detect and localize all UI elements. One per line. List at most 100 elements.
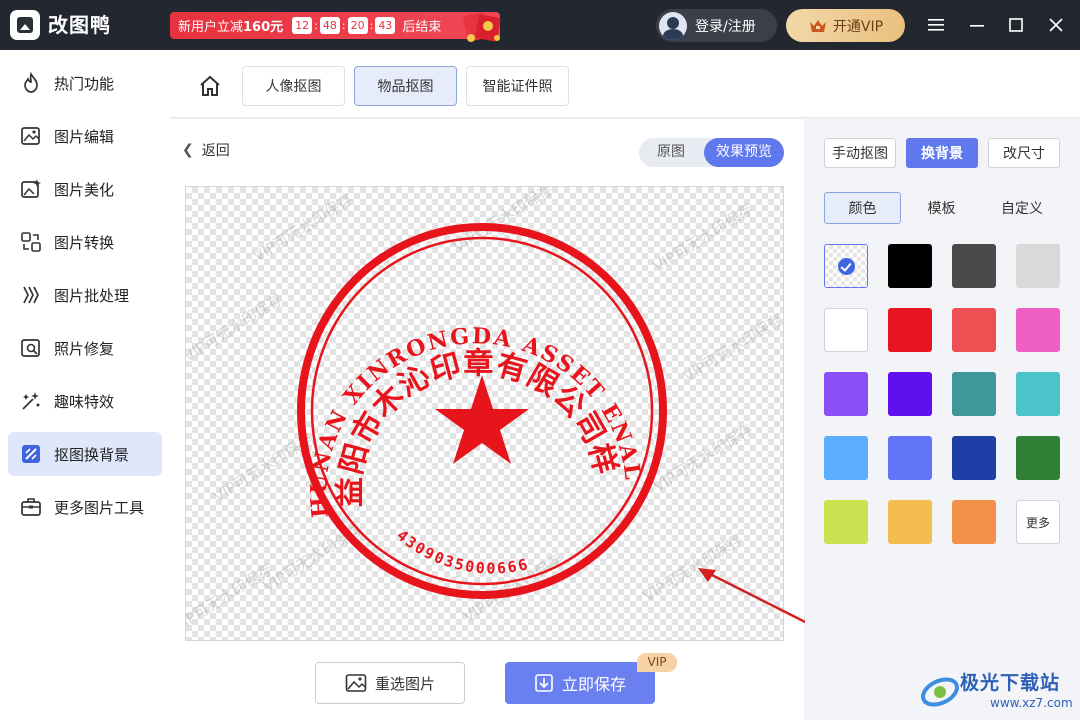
color-swatch[interactable]	[824, 436, 868, 480]
color-swatch[interactable]	[1016, 436, 1060, 480]
view-toggle: 原图 效果预览	[639, 138, 784, 167]
color-swatch[interactable]	[1016, 308, 1060, 352]
photo-repair-icon	[21, 339, 40, 357]
color-swatch[interactable]	[888, 372, 932, 416]
sidebar-item-label: 图片批处理	[54, 286, 130, 305]
login-button[interactable]: 登录/注册	[656, 9, 777, 42]
promo-text: 新用户立减	[178, 20, 244, 35]
tab-label: 人像抠图	[265, 79, 322, 95]
mode-label: 手动抠图	[832, 146, 888, 162]
sidebar-item-image-beautify[interactable]: 图片美化	[8, 167, 162, 211]
sidebar-item-label: 更多图片工具	[54, 498, 145, 517]
tab-label: 智能证件照	[482, 79, 553, 95]
color-swatch[interactable]	[824, 372, 868, 416]
mode-label: 改尺寸	[1003, 146, 1045, 162]
color-swatch[interactable]	[824, 500, 868, 544]
toolbox-icon	[21, 498, 41, 516]
image-convert-icon	[21, 232, 41, 252]
save-now-button[interactable]: 立即保存	[505, 662, 655, 704]
subtab-label: 颜色	[848, 201, 877, 217]
tab-label: 物品抠图	[377, 79, 434, 95]
color-swatch[interactable]	[888, 308, 932, 352]
image-icon	[345, 674, 367, 692]
tab-object-cutout[interactable]: 物品抠图	[354, 66, 457, 106]
color-swatch[interactable]	[888, 500, 932, 544]
view-original-option[interactable]: 原图	[639, 138, 703, 167]
color-swatch[interactable]	[952, 500, 996, 544]
color-swatch[interactable]	[952, 308, 996, 352]
color-swatch-transparent[interactable]	[824, 244, 868, 288]
image-beautify-icon	[21, 179, 41, 198]
tab-portrait-cutout[interactable]: 人像抠图	[242, 66, 345, 106]
color-swatch[interactable]	[952, 372, 996, 416]
vip-label: 开通VIP	[832, 18, 884, 35]
crown-icon	[809, 19, 826, 32]
sidebar-item-effects[interactable]: 趣味特效	[8, 379, 162, 423]
sidebar-item-hot[interactable]: 热门功能	[8, 61, 162, 105]
avatar-icon	[659, 11, 687, 40]
chevron-left-icon: ❮	[182, 142, 194, 158]
color-swatch[interactable]	[824, 308, 868, 352]
image-edit-icon	[21, 127, 40, 145]
back-button[interactable]: ❮ 返回	[182, 140, 230, 160]
color-swatch[interactable]	[952, 244, 996, 288]
promo-amount: 160元	[243, 20, 284, 35]
manual-cutout-button[interactable]: 手动抠图	[824, 138, 896, 168]
change-background-button[interactable]: 换背景	[906, 138, 978, 168]
fire-icon	[24, 72, 38, 93]
sidebar-item-label: 热门功能	[54, 74, 115, 93]
reselect-image-button[interactable]: 重选图片	[315, 662, 465, 704]
countdown-hours: 12	[292, 17, 313, 34]
site-url: www.xz7.com	[990, 696, 1073, 710]
subtab-label: 自定义	[1001, 201, 1043, 217]
batch-icon	[23, 286, 39, 304]
home-icon[interactable]	[198, 75, 222, 97]
title-bar: 改图鸭 新用户立减 160元 12 : 48 : 20 : 43 后结束 登录/…	[0, 0, 1080, 50]
checkmark-icon	[838, 258, 855, 275]
maximize-icon[interactable]	[1005, 14, 1027, 36]
minimize-icon[interactable]	[966, 14, 988, 36]
subtab-color[interactable]: 颜色	[824, 192, 901, 224]
app-logo-icon	[10, 10, 40, 40]
red-envelope-icon	[463, 12, 501, 42]
subtab-custom[interactable]: 自定义	[984, 192, 1060, 224]
more-colors-button[interactable]: 更多	[1016, 500, 1060, 544]
vip-badge: VIP	[637, 653, 677, 672]
sidebar-item-more-tools[interactable]: 更多图片工具	[8, 485, 162, 529]
seal-star-icon	[435, 375, 529, 464]
save-label: 立即保存	[561, 675, 626, 694]
sidebar-item-label: 图片美化	[54, 180, 115, 199]
color-swatch[interactable]	[1016, 372, 1060, 416]
sidebar-item-cutout[interactable]: 抠图换背景	[8, 432, 162, 476]
open-vip-button[interactable]: 开通VIP	[786, 9, 905, 42]
color-swatch[interactable]	[952, 436, 996, 480]
sidebar-item-label: 照片修复	[54, 339, 115, 358]
color-swatch[interactable]	[888, 436, 932, 480]
resize-button[interactable]: 改尺寸	[988, 138, 1060, 168]
sidebar-item-image-edit[interactable]: 图片编辑	[8, 114, 162, 158]
view-preview-option[interactable]: 效果预览	[704, 138, 784, 167]
subtab-template[interactable]: 模板	[904, 192, 979, 224]
more-label: 更多	[1025, 515, 1050, 530]
subtab-label: 模板	[927, 201, 956, 217]
sidebar-item-image-convert[interactable]: 图片转换	[8, 220, 162, 264]
promo-banner[interactable]: 新用户立减 160元 12 : 48 : 20 : 43 后结束	[170, 12, 500, 39]
promo-end-text: 后结束	[402, 20, 442, 35]
sidebar-item-label: 抠图换背景	[54, 445, 130, 464]
countdown-seconds: 20	[347, 17, 368, 34]
back-label: 返回	[201, 143, 230, 159]
close-icon[interactable]	[1045, 14, 1067, 36]
color-swatch[interactable]	[1016, 244, 1060, 288]
countdown-ms: 43	[375, 17, 396, 34]
menu-icon[interactable]	[925, 14, 947, 36]
site-name: 极光下载站	[960, 672, 1061, 694]
countdown-minutes: 48	[319, 17, 340, 34]
tab-id-photo[interactable]: 智能证件照	[466, 66, 569, 106]
mode-label: 换背景	[921, 146, 963, 162]
sidebar-item-photo-repair[interactable]: 照片修复	[8, 326, 162, 370]
reselect-label: 重选图片	[374, 674, 435, 693]
app-name: 改图鸭	[48, 13, 111, 37]
color-swatch[interactable]	[888, 244, 932, 288]
sidebar-item-batch[interactable]: 图片批处理	[8, 273, 162, 317]
download-icon	[535, 674, 553, 692]
